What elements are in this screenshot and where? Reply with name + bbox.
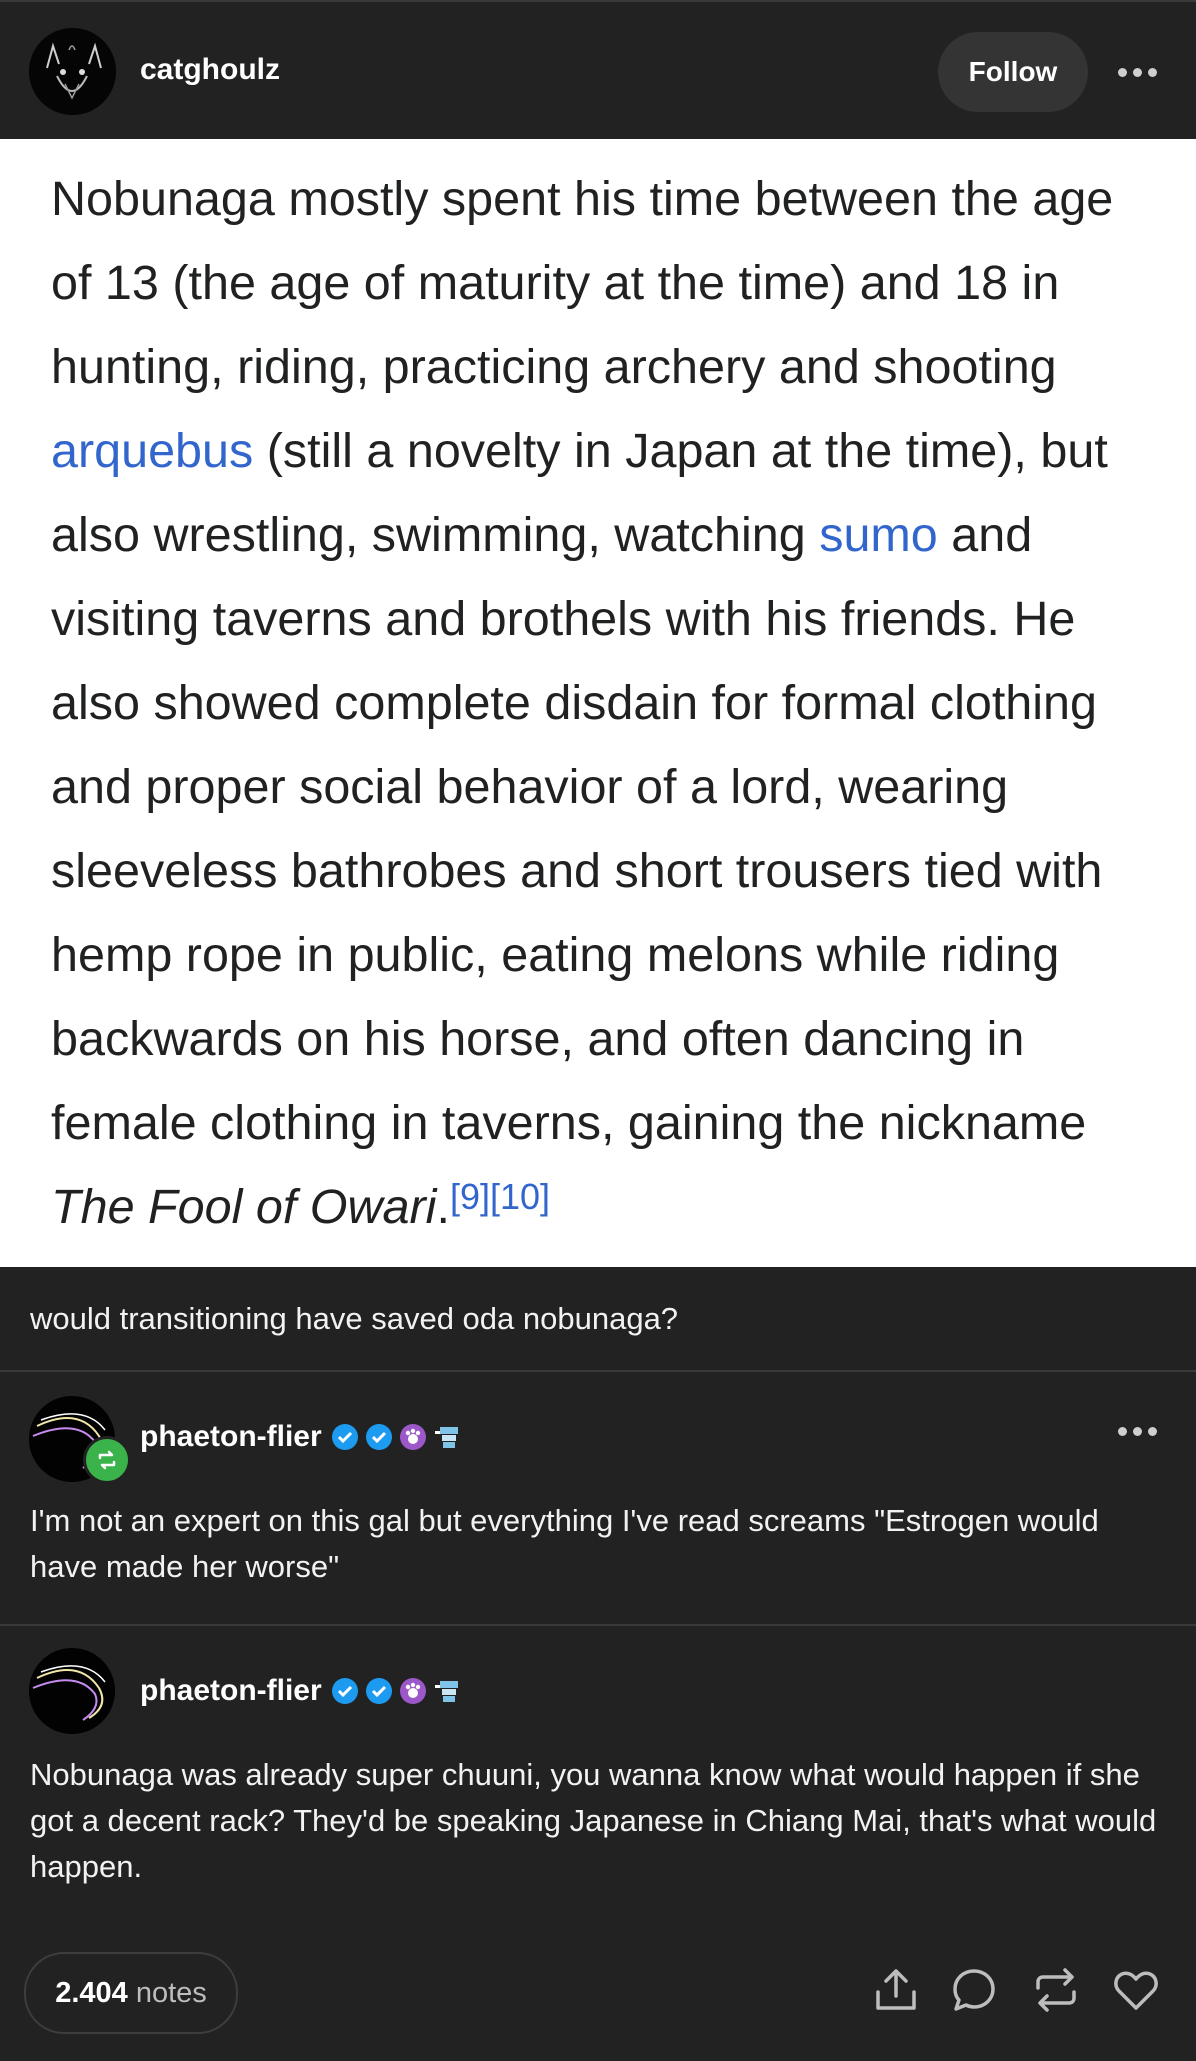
- verified-badge-icon: [331, 1678, 358, 1704]
- robot-badge-icon: [434, 1681, 458, 1702]
- excerpt-text-3: and visiting taverns and brothels with h…: [51, 508, 1103, 1150]
- reblogger-username[interactable]: phaeton-flier: [140, 1420, 322, 1454]
- nickname-italic: The Fool of Owari: [51, 1180, 437, 1234]
- reblog-entry: phaeton-flier Nobunaga was already super…: [0, 1626, 1196, 1916]
- reblog-comment: Nobunaga was already super chuuni, you w…: [30, 1757, 1157, 1884]
- sumo-link: sumo: [819, 508, 938, 562]
- screenshot-image: Nobunaga mostly spent his time between t…: [0, 139, 1196, 1267]
- verified-badge-icon: [331, 1424, 358, 1450]
- author-avatar[interactable]: [29, 28, 116, 115]
- reblog-badge-icon: [83, 1436, 131, 1484]
- reblogger-name-row: phaeton-flier: [140, 1674, 462, 1708]
- like-icon[interactable]: [1112, 1966, 1160, 2014]
- author-username[interactable]: catghoulz: [140, 53, 280, 87]
- more-dots-icon[interactable]: [1118, 1427, 1157, 1436]
- verified-badge-icon: [365, 1424, 392, 1450]
- badges: [330, 1422, 462, 1452]
- reblogger-avatar[interactable]: [29, 1648, 115, 1734]
- excerpt-text-1: Nobunaga mostly spent his time between t…: [51, 172, 1114, 394]
- notes-label: notes: [135, 1976, 207, 2009]
- paw-badge-icon: [399, 1424, 426, 1450]
- wiki-excerpt: Nobunaga mostly spent his time between t…: [51, 157, 1161, 1249]
- excerpt-text-4: .: [436, 1180, 450, 1234]
- notes-button[interactable]: 2.404 notes: [24, 1952, 238, 2034]
- paw-badge-icon: [399, 1678, 426, 1704]
- more-dots-icon[interactable]: [1118, 68, 1157, 77]
- reference-links: [9][10]: [449, 1176, 551, 1217]
- reblog-entry: phaeton-flier I'm not an expert on this …: [0, 1372, 1196, 1626]
- reblogger-name-row: phaeton-flier: [140, 1420, 462, 1454]
- verified-badge-icon: [365, 1678, 392, 1704]
- reply-icon[interactable]: [950, 1966, 998, 2014]
- badges: [330, 1676, 462, 1706]
- notes-count: 2.404: [55, 1976, 128, 2009]
- arquebus-link: arquebus: [51, 424, 254, 478]
- reblogger-username[interactable]: phaeton-flier: [140, 1674, 322, 1708]
- reblog-icon[interactable]: [1032, 1966, 1080, 2014]
- post-caption: would transitioning have saved oda nobun…: [0, 1267, 1196, 1372]
- follow-button[interactable]: Follow: [938, 32, 1088, 112]
- share-icon[interactable]: [872, 1966, 920, 2014]
- reblog-comment: I'm not an expert on this gal but everyt…: [30, 1503, 1099, 1584]
- robot-badge-icon: [434, 1427, 458, 1448]
- post-header: catghoulz Follow: [0, 2, 1196, 139]
